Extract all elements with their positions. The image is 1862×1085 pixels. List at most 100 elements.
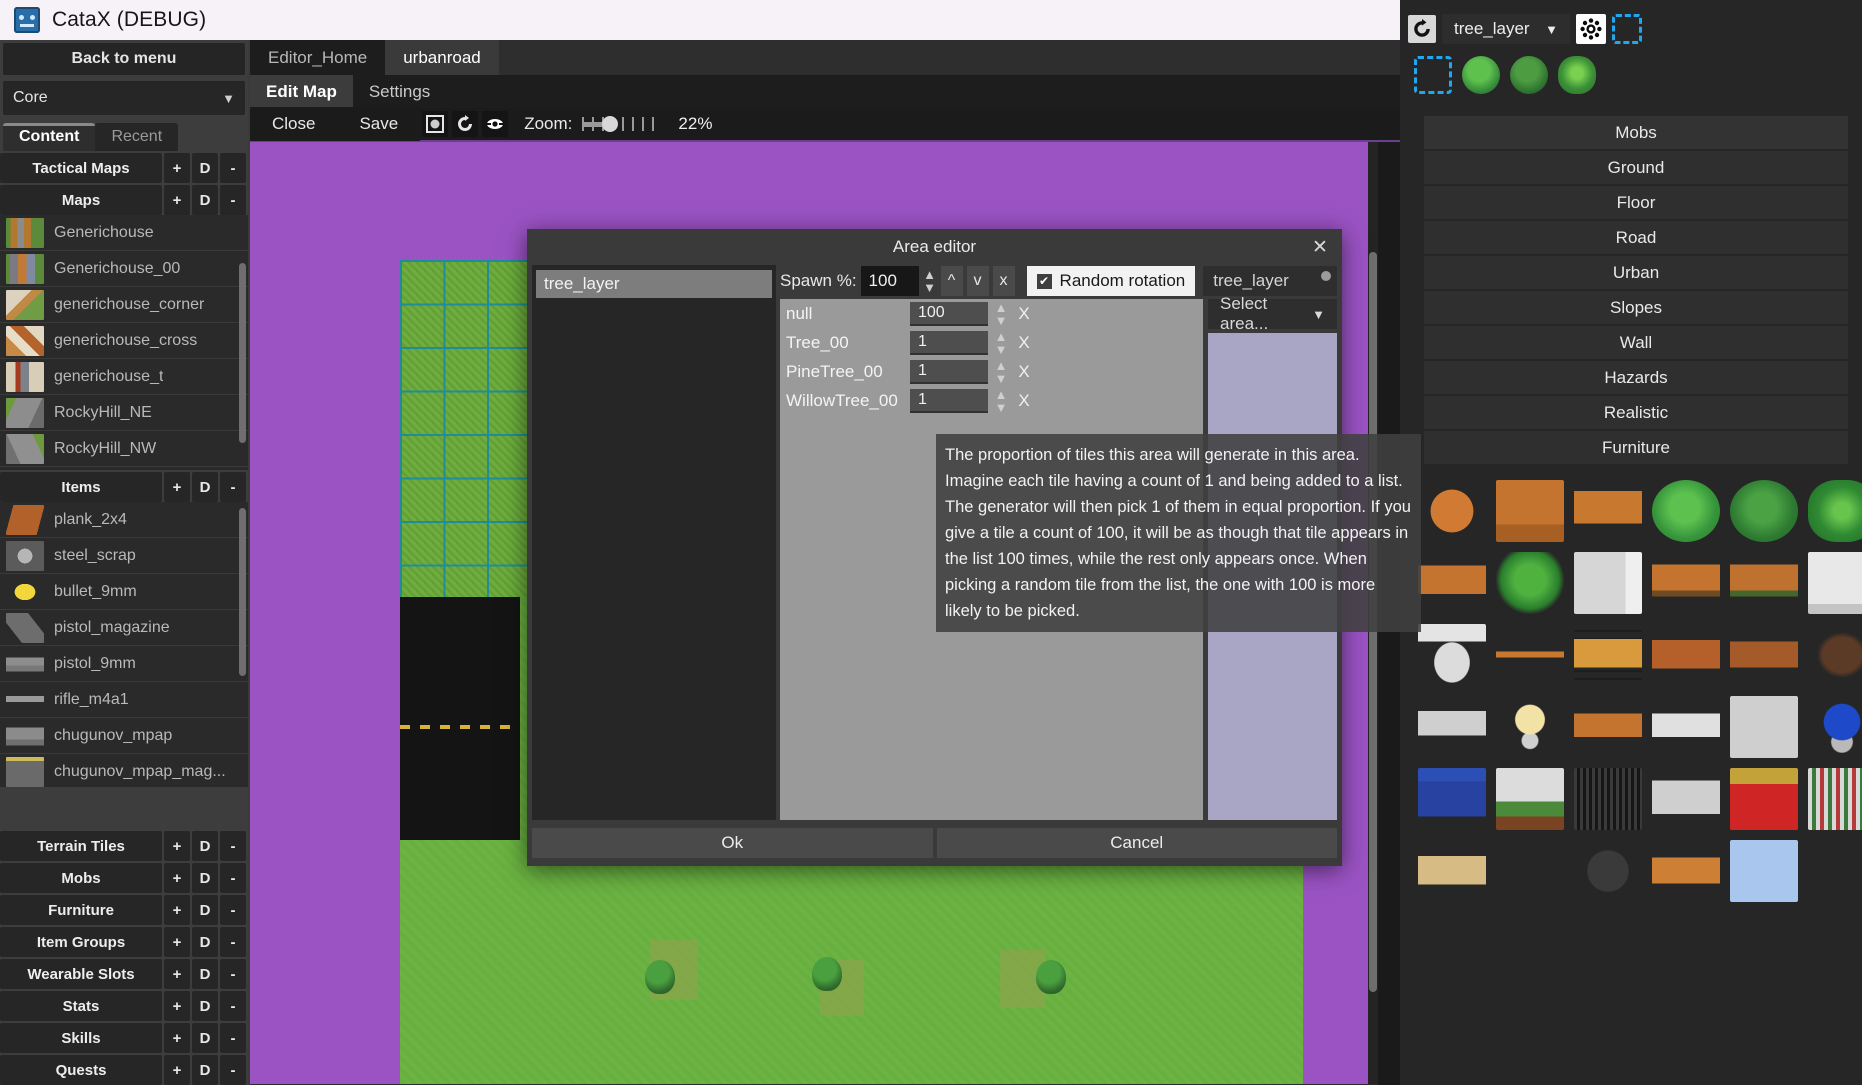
delete-area-button[interactable]: x: [992, 266, 1015, 296]
spawn-percent-input[interactable]: 100: [860, 266, 919, 296]
gear-icon[interactable]: [1576, 14, 1606, 44]
add-button[interactable]: +: [164, 831, 190, 861]
tile-weight-row[interactable]: PineTree_00 1 ▲ ▼ X: [780, 357, 1125, 386]
cancel-button[interactable]: Cancel: [936, 828, 1337, 858]
random-rotation-checkbox[interactable]: ✔ Random rotation: [1026, 266, 1196, 296]
tab-edit-map[interactable]: Edit Map: [250, 75, 353, 108]
remove-tile-button[interactable]: X: [1014, 391, 1034, 411]
palette-tile[interactable]: [1730, 696, 1798, 758]
remove-button[interactable]: -: [220, 927, 246, 957]
add-button[interactable]: +: [164, 185, 190, 215]
move-area-down-button[interactable]: v: [966, 266, 989, 296]
tree-sprite[interactable]: [1036, 960, 1066, 994]
group-title[interactable]: Items: [0, 472, 162, 502]
doc-tab-urbanroad[interactable]: urbanroad: [385, 40, 499, 75]
close-icon[interactable]: ✕: [1308, 235, 1332, 259]
close-map-button[interactable]: Close: [250, 107, 338, 141]
tree-sprite[interactable]: [645, 960, 675, 994]
mod-select-dropdown[interactable]: Core ▼: [3, 81, 245, 115]
tile-count-stepper-icon[interactable]: ▲ ▼: [994, 330, 1008, 356]
palette-tile[interactable]: [1652, 552, 1720, 614]
palette-tile[interactable]: [1574, 624, 1642, 686]
remove-button[interactable]: -: [220, 831, 246, 861]
list-item[interactable]: RockyHill_SE: [0, 467, 248, 470]
palette-tile[interactable]: [1808, 624, 1862, 686]
ok-button[interactable]: Ok: [532, 828, 933, 858]
duplicate-button[interactable]: D: [192, 185, 218, 215]
add-button[interactable]: +: [164, 959, 190, 989]
tile-count-input[interactable]: 1: [910, 388, 988, 413]
group-title[interactable]: Furniture: [0, 895, 162, 925]
list-item[interactable]: RockyHill_NW: [0, 431, 248, 467]
move-area-up-button[interactable]: ^: [940, 266, 963, 296]
palette-tile[interactable]: [1808, 696, 1862, 758]
duplicate-button[interactable]: D: [192, 1023, 218, 1053]
mirror-icon[interactable]: [482, 111, 509, 137]
category-wall[interactable]: Wall: [1424, 326, 1848, 359]
add-button[interactable]: +: [164, 991, 190, 1021]
brush-tree-b[interactable]: [1510, 56, 1548, 94]
back-to-menu-button[interactable]: Back to menu: [3, 43, 245, 75]
dashed-box-icon[interactable]: [1612, 14, 1642, 44]
list-item[interactable]: Generichouse: [0, 215, 248, 251]
tab-content[interactable]: Content: [3, 123, 96, 151]
remove-button[interactable]: -: [220, 153, 246, 183]
duplicate-button[interactable]: D: [192, 959, 218, 989]
items-list-scrollbar[interactable]: [239, 508, 246, 676]
palette-tile[interactable]: [1418, 696, 1486, 758]
tile-weight-row[interactable]: WillowTree_00 1 ▲ ▼ X: [780, 386, 1125, 415]
group-title[interactable]: Tactical Maps: [0, 153, 162, 183]
duplicate-button[interactable]: D: [192, 991, 218, 1021]
tile-count-stepper-icon[interactable]: ▲ ▼: [994, 359, 1008, 385]
list-item[interactable]: bullet_9mm: [0, 574, 248, 610]
tree-sprite[interactable]: [812, 957, 842, 991]
list-item[interactable]: pistol_9mm: [0, 646, 248, 682]
category-slopes[interactable]: Slopes: [1424, 291, 1848, 324]
tab-settings[interactable]: Settings: [352, 75, 447, 108]
add-button[interactable]: +: [164, 1023, 190, 1053]
palette-tile[interactable]: [1730, 768, 1798, 830]
palette-tile[interactable]: [1652, 624, 1720, 686]
palette-tile[interactable]: [1652, 480, 1720, 542]
duplicate-button[interactable]: D: [192, 472, 218, 502]
add-button[interactable]: +: [164, 863, 190, 893]
list-item[interactable]: chugunov_mpap_mag...: [0, 754, 248, 787]
list-item[interactable]: generichouse_cross: [0, 323, 248, 359]
save-map-button[interactable]: Save: [337, 107, 421, 141]
palette-tile[interactable]: [1418, 552, 1486, 614]
area-name-input[interactable]: tree_layer: [1203, 266, 1337, 296]
center-view-icon[interactable]: [422, 111, 449, 137]
palette-tile[interactable]: [1652, 696, 1720, 758]
category-mobs[interactable]: Mobs: [1424, 116, 1848, 149]
area-list-item-selected[interactable]: tree_layer: [536, 270, 772, 298]
brush-none-selected[interactable]: [1414, 56, 1452, 94]
add-button[interactable]: +: [164, 153, 190, 183]
category-furniture[interactable]: Furniture: [1424, 431, 1848, 464]
brush-tree-a[interactable]: [1462, 56, 1500, 94]
palette-tile[interactable]: [1574, 696, 1642, 758]
remove-tile-button[interactable]: X: [1014, 362, 1034, 382]
zoom-slider[interactable]: [582, 114, 661, 134]
palette-tile[interactable]: [1496, 480, 1564, 542]
palette-tile[interactable]: [1574, 840, 1642, 902]
palette-tile[interactable]: [1730, 552, 1798, 614]
list-item[interactable]: generichouse_t: [0, 359, 248, 395]
group-title[interactable]: Item Groups: [0, 927, 162, 957]
palette-tile[interactable]: [1574, 768, 1642, 830]
group-title[interactable]: Mobs: [0, 863, 162, 893]
doc-tab-editor-home[interactable]: Editor_Home: [250, 40, 386, 75]
tile-count-input[interactable]: 1: [910, 330, 988, 355]
category-realistic[interactable]: Realistic: [1424, 396, 1848, 429]
palette-tile[interactable]: [1418, 624, 1486, 686]
palette-tile[interactable]: [1808, 552, 1862, 614]
list-item[interactable]: pistol_magazine: [0, 610, 248, 646]
brush-bush[interactable]: [1558, 56, 1596, 94]
remove-button[interactable]: -: [220, 863, 246, 893]
palette-tile[interactable]: [1418, 768, 1486, 830]
add-button[interactable]: +: [164, 927, 190, 957]
tile-count-stepper-icon[interactable]: ▲ ▼: [994, 388, 1008, 414]
duplicate-button[interactable]: D: [192, 895, 218, 925]
remove-button[interactable]: -: [220, 185, 246, 215]
remove-tile-button[interactable]: X: [1014, 333, 1034, 353]
group-title[interactable]: Terrain Tiles: [0, 831, 162, 861]
